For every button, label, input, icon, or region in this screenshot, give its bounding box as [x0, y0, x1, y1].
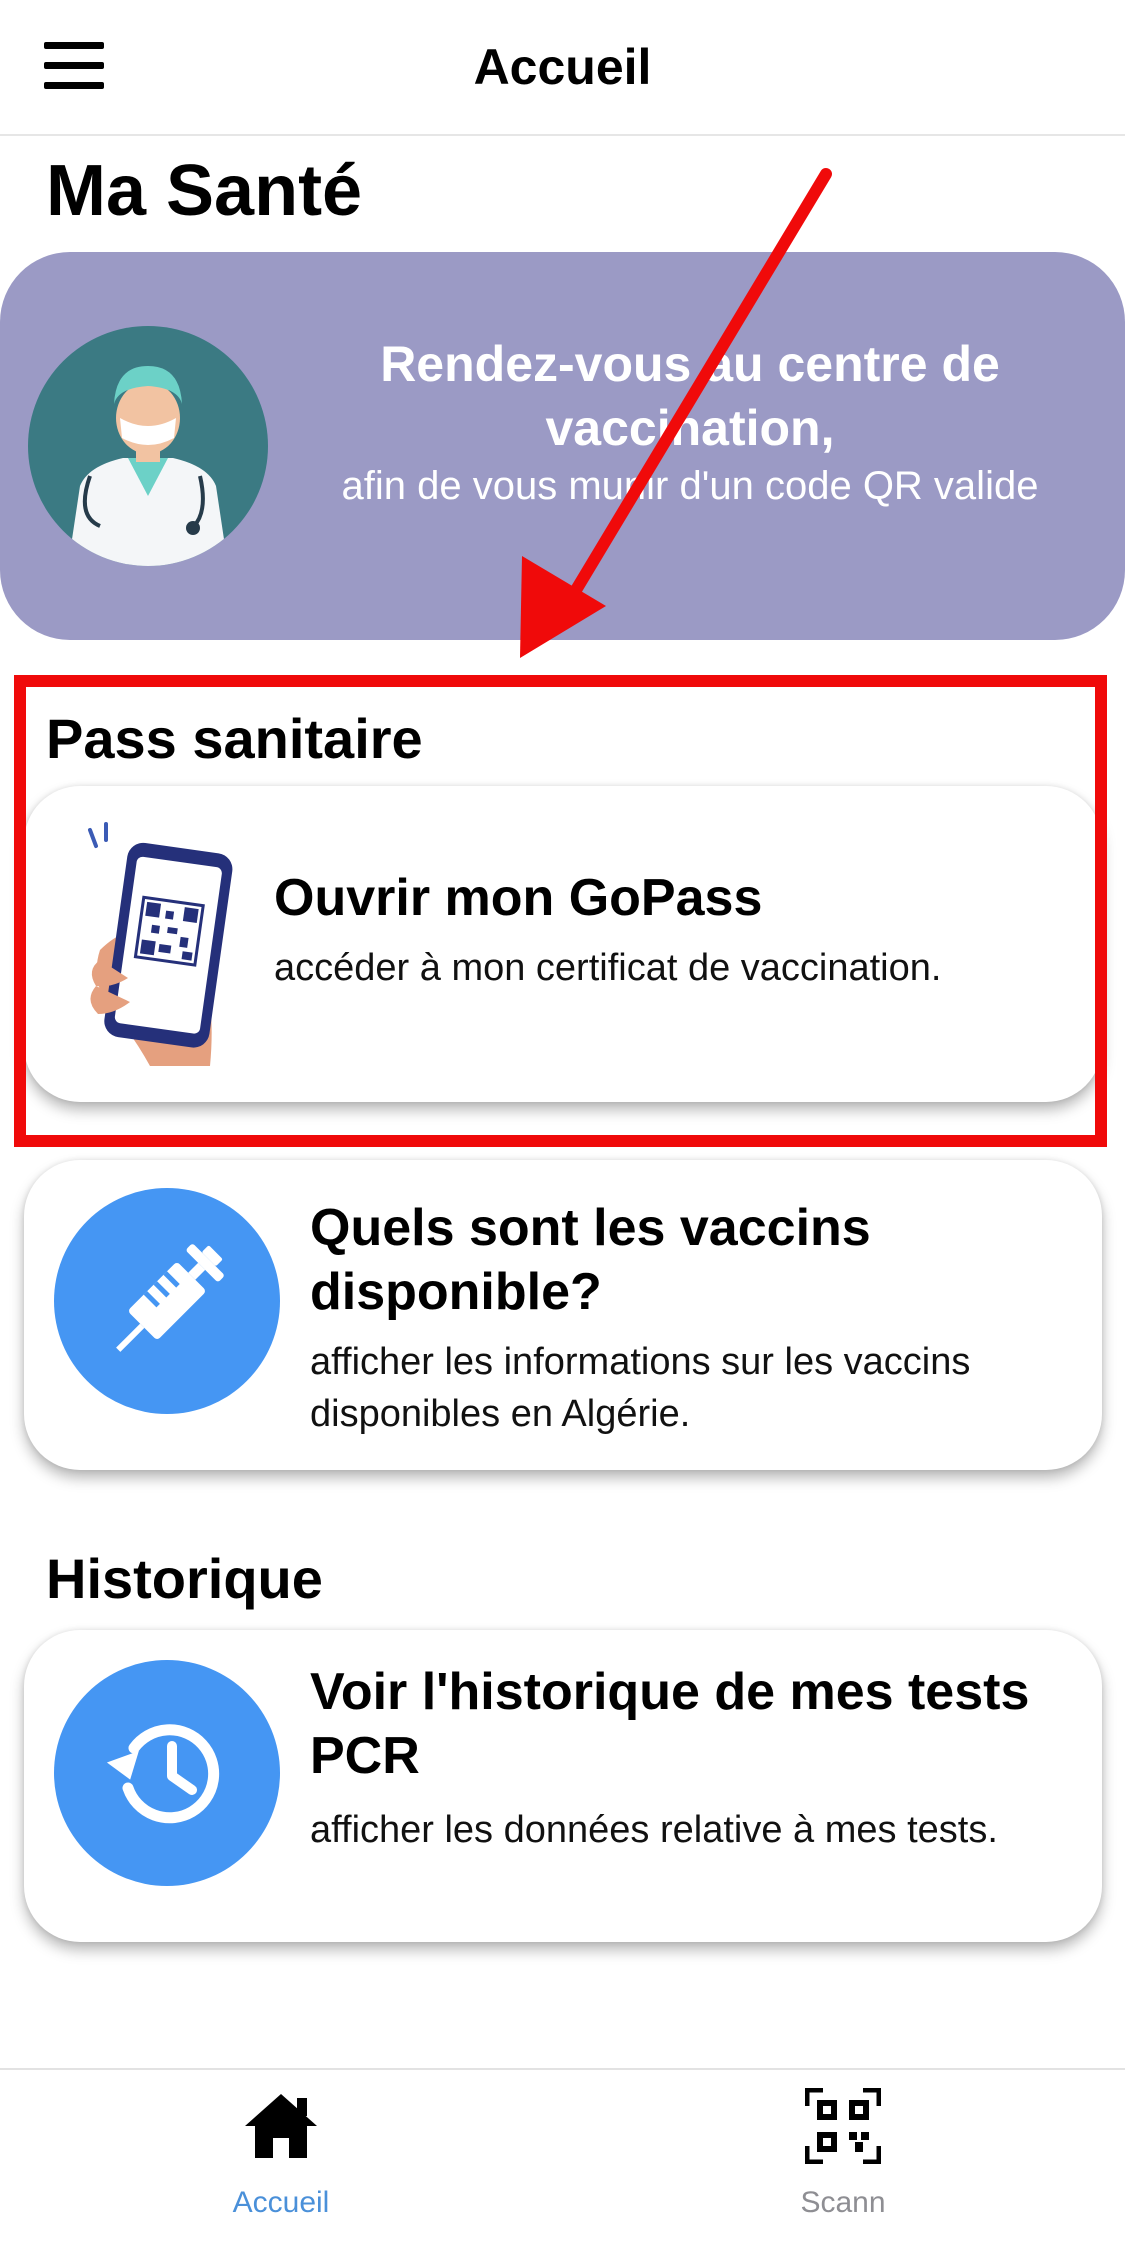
- home-icon: [245, 2094, 317, 2158]
- vaccines-card[interactable]: Quels sont les vaccins disponible? affic…: [24, 1160, 1102, 1470]
- tab-accueil-label: Accueil: [232, 2186, 330, 2219]
- tab-scann[interactable]: Scann: [693, 2070, 993, 2254]
- historique-heading: Historique: [46, 1547, 323, 1610]
- tab-accueil[interactable]: Accueil: [131, 2070, 431, 2254]
- banner-title: Rendez-vous au centre de vaccination,: [380, 336, 1000, 456]
- top-app-bar: Accueil: [0, 0, 1125, 136]
- history-icon-circle: [54, 1660, 280, 1886]
- pcr-card-title: Voir l'historique de mes tests PCR: [310, 1663, 1030, 1785]
- qr-code-scan-icon: [805, 2088, 881, 2164]
- tab-scann-label: Scann: [800, 2186, 886, 2219]
- doctor-avatar-icon: [28, 326, 268, 566]
- red-highlight-box: [14, 675, 1107, 1147]
- page-title: Ma Santé: [46, 151, 363, 231]
- vaccines-card-description: afficher les informations sur les vaccin…: [310, 1341, 971, 1435]
- banner-subtitle: afin de vous munir d'un code QR valide: [341, 464, 1039, 508]
- bottom-tab-bar: Accueil Scann: [0, 2068, 1125, 2254]
- syringe-icon-circle: [54, 1188, 280, 1414]
- header-title: Accueil: [473, 39, 652, 95]
- history-clock-icon: [106, 1724, 220, 1824]
- pcr-history-card[interactable]: Voir l'historique de mes tests PCR affic…: [24, 1630, 1102, 1942]
- vaccination-center-banner[interactable]: Rendez-vous au centre de vaccination, af…: [0, 252, 1125, 640]
- syringe-icon: [116, 1244, 224, 1352]
- vaccines-card-title: Quels sont les vaccins disponible?: [310, 1199, 871, 1321]
- pcr-card-description: afficher les données relative à mes test…: [310, 1809, 998, 1851]
